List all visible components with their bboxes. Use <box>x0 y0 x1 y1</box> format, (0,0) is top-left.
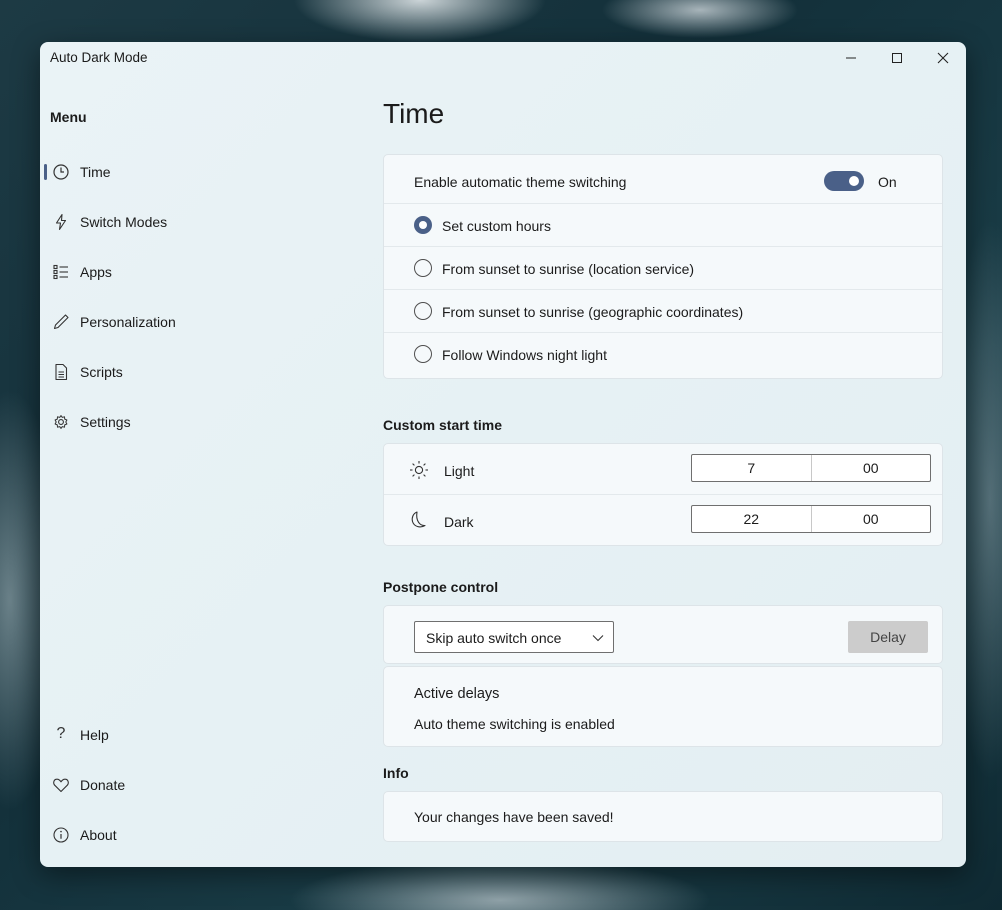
auto-switch-label: Enable automatic theme switching <box>414 174 627 190</box>
sidebar-item-about[interactable]: About <box>44 815 362 855</box>
radio-location-service[interactable] <box>414 259 432 277</box>
divider <box>384 289 942 290</box>
sidebar-item-donate[interactable]: Donate <box>44 765 362 805</box>
menu-title: Menu <box>50 109 87 125</box>
mode-label: From sunset to sunrise (location service… <box>442 261 695 277</box>
light-hour[interactable]: 7 <box>692 455 811 481</box>
theme-switching-card: Enable automatic theme switching On Set … <box>383 154 943 379</box>
sidebar-item-scripts[interactable]: Scripts <box>44 352 362 392</box>
sidebar-item-time[interactable]: Time <box>44 152 362 192</box>
sidebar-item-label: Settings <box>80 414 131 430</box>
question-icon: ? <box>56 725 66 742</box>
dark-hour[interactable]: 22 <box>692 506 811 532</box>
sidebar-item-label: Help <box>80 727 109 743</box>
info-heading: Info <box>383 765 409 781</box>
light-label: Light <box>444 463 475 479</box>
radio-custom-hours[interactable] <box>414 216 432 234</box>
moon-icon <box>411 511 426 528</box>
document-icon <box>55 363 68 381</box>
info-card: Your changes have been saved! <box>383 791 943 842</box>
custom-start-heading: Custom start time <box>383 417 503 433</box>
active-delays-text: Auto theme switching is enabled <box>414 716 615 732</box>
window-title: Auto Dark Mode <box>50 50 148 65</box>
auto-switch-state: On <box>878 174 897 190</box>
dark-time-picker[interactable]: 22 00 <box>691 505 931 533</box>
sidebar-item-label: Time <box>80 164 111 180</box>
sidebar-item-personalization[interactable]: Personalization <box>44 302 362 342</box>
divider <box>384 494 942 495</box>
list-icon <box>53 264 68 280</box>
main-content: Time Enable automatic theme switching On… <box>383 42 943 867</box>
auto-switch-toggle[interactable] <box>824 171 864 191</box>
lightning-icon <box>55 213 67 231</box>
active-delays-title: Active delays <box>414 686 500 702</box>
sidebar-item-label: Scripts <box>80 364 123 380</box>
radio-night-light[interactable] <box>414 345 432 363</box>
gear-icon <box>54 415 68 429</box>
postpone-card: Skip auto switch once Delay <box>383 605 943 664</box>
light-time-picker[interactable]: 7 00 <box>691 454 931 482</box>
info-message: Your changes have been saved! <box>414 809 614 825</box>
dark-label: Dark <box>444 514 474 530</box>
sidebar-item-label: About <box>80 827 117 843</box>
mode-label: Follow Windows night light <box>442 347 607 363</box>
custom-start-card: Light 7 00 Dark 22 00 <box>383 443 943 546</box>
mode-label: From sunset to sunrise (geographic coord… <box>442 304 744 320</box>
active-delays-card: Active delays Auto theme switching is en… <box>383 666 943 747</box>
divider <box>384 246 942 247</box>
divider <box>384 332 942 333</box>
sidebar-item-switch-modes[interactable]: Switch Modes <box>44 202 362 242</box>
toggle-knob <box>849 176 859 186</box>
divider <box>384 203 942 204</box>
sidebar-item-apps[interactable]: Apps <box>44 252 362 292</box>
delay-button[interactable]: Delay <box>848 621 928 653</box>
postpone-selected-value: Skip auto switch once <box>426 630 562 646</box>
navigation-sidebar: Menu Time Switch Modes Apps Personalizat… <box>40 74 370 867</box>
clock-icon <box>53 164 69 180</box>
light-minute[interactable]: 00 <box>810 455 931 481</box>
page-title: Time <box>383 98 445 129</box>
sidebar-item-label: Personalization <box>80 314 176 330</box>
radio-geographic-coordinates[interactable] <box>414 302 432 320</box>
chevron-down-icon <box>592 635 604 642</box>
sidebar-item-help[interactable]: ? Help <box>44 715 362 755</box>
heart-icon <box>53 778 69 793</box>
info-icon <box>53 827 69 843</box>
mode-label: Set custom hours <box>442 218 551 234</box>
pen-icon <box>53 314 69 330</box>
postpone-dropdown[interactable]: Skip auto switch once <box>414 621 614 653</box>
sidebar-item-settings[interactable]: Settings <box>44 402 362 442</box>
postpone-heading: Postpone control <box>383 579 499 595</box>
dark-minute[interactable]: 00 <box>810 506 931 532</box>
app-window: Auto Dark Mode Menu Time Switch Modes Ap… <box>40 42 966 867</box>
sidebar-item-label: Apps <box>80 264 112 280</box>
sun-icon <box>410 461 428 479</box>
sidebar-item-label: Switch Modes <box>80 214 168 230</box>
sidebar-item-label: Donate <box>80 777 126 793</box>
